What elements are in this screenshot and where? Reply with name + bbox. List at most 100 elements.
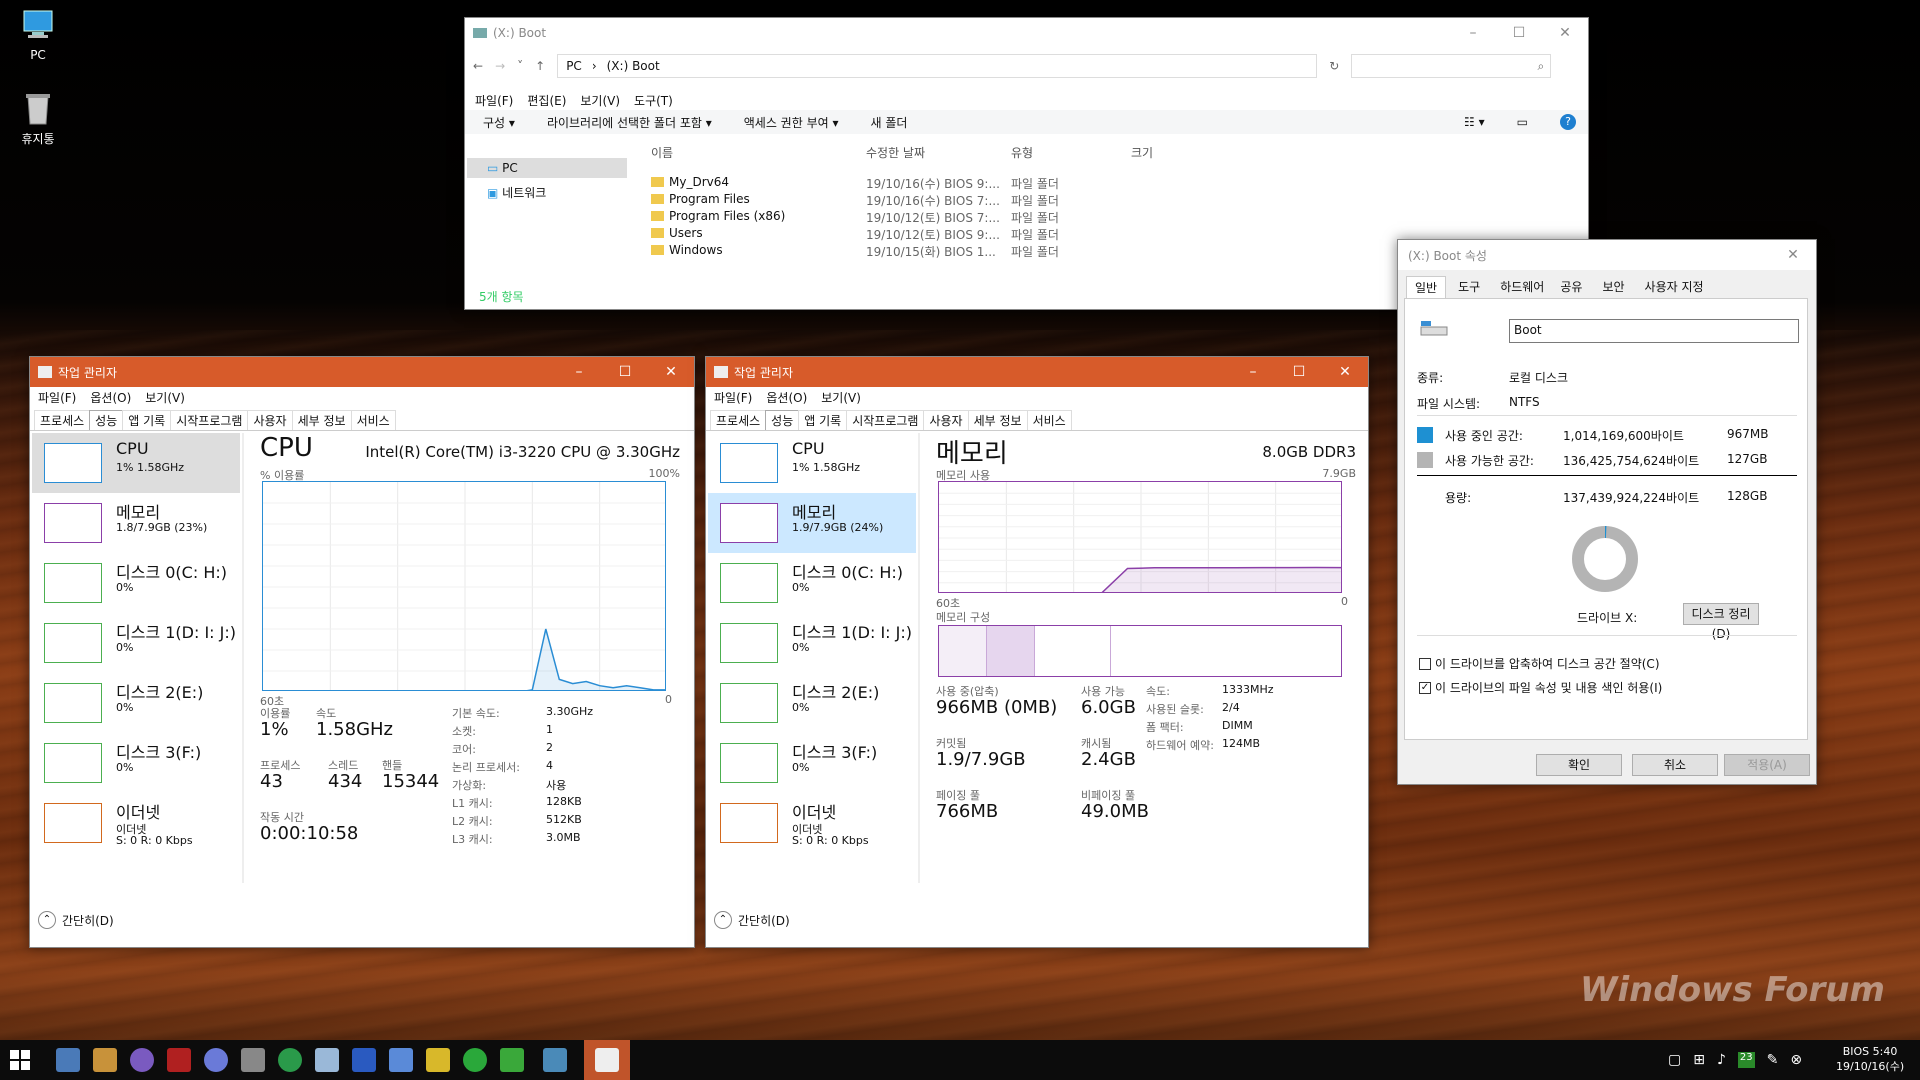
index-option[interactable]: ✓ 이 드라이브의 파일 속성 및 내용 색인 허용(I) (1419, 679, 1662, 696)
perf-item-0[interactable]: CPU 1% 1.58GHz (708, 433, 916, 493)
action-center-icon[interactable]: ▢ (1668, 1052, 1681, 1068)
taskbar-app-icon[interactable] (389, 1048, 413, 1072)
perf-item-6[interactable]: 이더넷 이더넷 S: 0 R: 0 Kbps (708, 793, 916, 853)
taskbar-app-icon[interactable] (167, 1048, 191, 1072)
menu-options[interactable]: 옵션(O) (90, 389, 131, 406)
tab-app-history[interactable]: 앱 기록 (798, 410, 848, 430)
tab-services[interactable]: 서비스 (1026, 410, 1072, 430)
column-type[interactable]: 유형 (1011, 144, 1033, 161)
compress-checkbox[interactable] (1419, 657, 1431, 670)
apply-button[interactable]: 적용(A) (1724, 754, 1810, 776)
desktop-icon-recycle-bin[interactable]: 휴지통 (8, 90, 68, 147)
menu-options[interactable]: 옵션(O) (766, 389, 807, 406)
perf-item-1[interactable]: 메모리 1.9/7.9GB (24%) (708, 493, 916, 553)
refresh-icon[interactable]: ↻ (1329, 59, 1339, 73)
close-button[interactable]: ✕ (1770, 240, 1816, 270)
perf-item-2[interactable]: 디스크 0(C: H:) 0% (32, 553, 240, 613)
tab-users[interactable]: 사용자 (923, 410, 969, 430)
close-button[interactable]: ✕ (1542, 18, 1588, 48)
tab-sharing[interactable]: 공유 (1552, 276, 1590, 298)
perf-item-4[interactable]: 디스크 2(E:) 0% (708, 673, 916, 733)
perf-item-3[interactable]: 디스크 1(D: I: J:) 0% (708, 613, 916, 673)
taskbar-app-icon[interactable] (130, 1048, 154, 1072)
tab-processes[interactable]: 프로세스 (710, 410, 767, 430)
taskbar-app-icon[interactable] (204, 1048, 228, 1072)
search-input[interactable]: ⌕ (1351, 54, 1552, 78)
maximize-button[interactable]: ☐ (1276, 357, 1322, 387)
ok-button[interactable]: 확인 (1536, 754, 1622, 776)
nav-item-network[interactable]: ▣ 네트워크 (467, 178, 627, 207)
perf-item-5[interactable]: 디스크 3(F:) 0% (708, 733, 916, 793)
taskbar-app-icon[interactable] (352, 1048, 376, 1072)
file-row[interactable]: Users 19/10/12(토) BIOS 9:... 파일 폴더 (641, 225, 1141, 242)
tab-details[interactable]: 세부 정보 (967, 410, 1028, 430)
tab-performance[interactable]: 성능 (89, 410, 124, 430)
view-options-icon[interactable]: ☷ ▾ (1464, 115, 1485, 129)
menu-view[interactable]: 보기(V) (145, 389, 185, 406)
menu-view[interactable]: 보기(V) (580, 92, 620, 109)
perf-item-6[interactable]: 이더넷 이더넷 S: 0 R: 0 Kbps (32, 793, 240, 853)
volume-label-input[interactable]: Boot (1509, 319, 1799, 343)
column-name[interactable]: 이름 (651, 144, 673, 161)
taskbar-app-icon[interactable] (93, 1048, 117, 1072)
file-row[interactable]: Windows 19/10/15(화) BIOS 1... 파일 폴더 (641, 242, 1141, 259)
minimize-button[interactable]: – (1450, 18, 1496, 48)
forward-icon[interactable]: → (495, 59, 505, 73)
tab-startup[interactable]: 시작프로그램 (170, 410, 249, 430)
tab-customize[interactable]: 사용자 지정 (1637, 276, 1712, 298)
index-checkbox[interactable]: ✓ (1419, 681, 1431, 694)
minimize-button[interactable]: – (556, 357, 602, 387)
file-row[interactable]: My_Drv64 19/10/16(수) BIOS 9:... 파일 폴더 (641, 174, 1141, 191)
tab-users[interactable]: 사용자 (247, 410, 293, 430)
path-drive[interactable]: (X:) Boot (607, 59, 660, 73)
include-library-button[interactable]: 라이브러리에 선택한 폴더 포함 ▾ (547, 114, 712, 131)
perf-item-5[interactable]: 디스크 3(F:) 0% (32, 733, 240, 793)
tab-details[interactable]: 세부 정보 (291, 410, 352, 430)
file-row[interactable]: Program Files 19/10/16(수) BIOS 7:... 파일 폴더 (641, 191, 1141, 208)
back-icon[interactable]: ← (473, 59, 483, 73)
tab-general[interactable]: 일반 (1406, 276, 1447, 298)
column-date[interactable]: 수정한 날짜 (866, 144, 925, 161)
perf-item-2[interactable]: 디스크 0(C: H:) 0% (708, 553, 916, 613)
taskbar-app-icon[interactable] (315, 1048, 339, 1072)
clock[interactable]: BIOS 5:40 19/10/16(수) (1836, 1044, 1904, 1074)
address-bar[interactable]: PC › (X:) Boot (557, 54, 1318, 78)
tab-security[interactable]: 보안 (1590, 276, 1636, 298)
taskbar-task-manager-button[interactable] (584, 1040, 630, 1080)
recent-icon[interactable]: ˅ (517, 59, 523, 73)
tray-badge[interactable]: 23 (1737, 1052, 1755, 1068)
tab-processes[interactable]: 프로세스 (34, 410, 91, 430)
network-icon[interactable]: ⊞ (1693, 1052, 1705, 1068)
perf-item-3[interactable]: 디스크 1(D: I: J:) 0% (32, 613, 240, 673)
tab-app-history[interactable]: 앱 기록 (122, 410, 172, 430)
minimize-button[interactable]: – (1230, 357, 1276, 387)
menu-edit[interactable]: 편집(E) (527, 92, 566, 109)
close-button[interactable]: ✕ (1322, 357, 1368, 387)
column-size[interactable]: 크기 (1131, 144, 1153, 161)
up-icon[interactable]: ↑ (535, 59, 545, 73)
taskbar-app-icon[interactable] (278, 1048, 302, 1072)
speaker-icon[interactable]: ♪ (1717, 1052, 1726, 1068)
tab-startup[interactable]: 시작프로그램 (846, 410, 925, 430)
tab-tools[interactable]: 도구 (1446, 276, 1492, 298)
fewer-details-button[interactable]: ⌃ 간단히(D) (714, 911, 790, 929)
taskbar-app-icon[interactable] (463, 1048, 487, 1072)
pen-icon[interactable]: ✎ (1767, 1052, 1779, 1068)
taskbar-app-icon[interactable] (426, 1048, 450, 1072)
menu-tools[interactable]: 도구(T) (634, 92, 673, 109)
maximize-button[interactable]: ☐ (602, 357, 648, 387)
taskbar-app-icon[interactable] (56, 1048, 80, 1072)
fewer-details-button[interactable]: ⌃ 간단히(D) (38, 911, 114, 929)
tab-services[interactable]: 서비스 (350, 410, 396, 430)
menu-file[interactable]: 파일(F) (38, 389, 76, 406)
menu-view[interactable]: 보기(V) (821, 389, 861, 406)
close-circle-icon[interactable]: ⊗ (1790, 1052, 1802, 1068)
share-button[interactable]: 액세스 권한 부여 ▾ (744, 114, 839, 131)
taskbar-app-icon[interactable] (500, 1048, 524, 1072)
perf-item-0[interactable]: CPU 1% 1.58GHz (32, 433, 240, 493)
maximize-button[interactable]: ☐ (1496, 18, 1542, 48)
path-pc[interactable]: PC (566, 59, 582, 73)
taskbar-explorer-icon[interactable] (543, 1048, 567, 1072)
taskbar-app-icon[interactable] (241, 1048, 265, 1072)
menu-file[interactable]: 파일(F) (714, 389, 752, 406)
